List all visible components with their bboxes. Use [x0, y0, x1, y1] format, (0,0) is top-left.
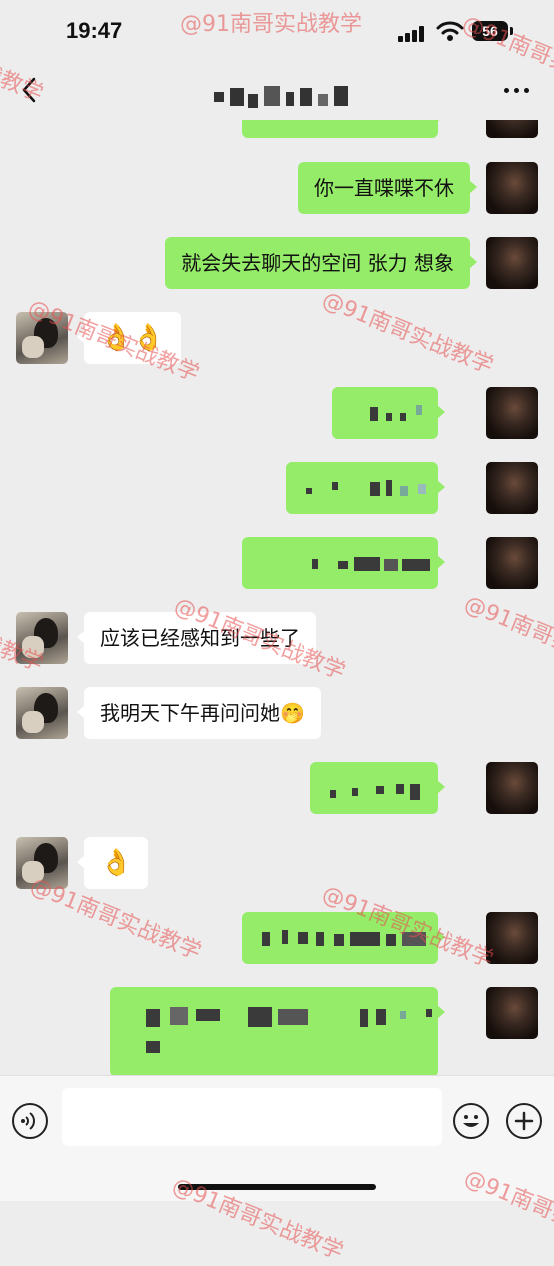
cellular-signal-icon: [398, 26, 426, 42]
my-avatar[interactable]: [486, 387, 538, 439]
my-avatar[interactable]: [486, 912, 538, 964]
my-avatar[interactable]: [486, 762, 538, 814]
message-bubble[interactable]: 👌👌: [77, 312, 181, 364]
home-indicator: [178, 1184, 376, 1190]
input-bar: [0, 1075, 554, 1201]
back-icon[interactable]: [16, 76, 44, 104]
message-list[interactable]: 你一直喋喋不休 就会失去聊天的空间 张力 想象 👌👌 应该已经感知到一些了 我明…: [0, 120, 554, 1075]
my-avatar[interactable]: [486, 162, 538, 214]
more-icon[interactable]: [500, 76, 534, 104]
battery-indicator: 56: [472, 21, 513, 41]
emoji-icon[interactable]: [453, 1103, 489, 1139]
message-bubble[interactable]: 👌: [76, 837, 149, 889]
message-bubble-redacted[interactable]: [242, 120, 445, 138]
contact-avatar[interactable]: [16, 312, 68, 364]
message-bubble[interactable]: 你一直喋喋不休: [298, 162, 477, 214]
message-bubble[interactable]: 应该已经感知到一些了: [77, 612, 316, 664]
message-bubble-redacted[interactable]: [242, 537, 445, 589]
message-bubble-redacted[interactable]: [310, 762, 445, 814]
my-avatar[interactable]: [486, 237, 538, 289]
chat-header: [0, 60, 554, 120]
voice-icon[interactable]: [12, 1103, 48, 1139]
message-bubble[interactable]: 我明天下午再问问她🤭: [77, 687, 321, 739]
contact-avatar[interactable]: [16, 612, 68, 664]
contact-avatar[interactable]: [16, 837, 68, 889]
message-input[interactable]: [62, 1088, 442, 1146]
contact-avatar[interactable]: [16, 687, 68, 739]
message-bubble-redacted[interactable]: [242, 912, 445, 964]
message-bubble-redacted[interactable]: [332, 387, 445, 439]
my-avatar[interactable]: [486, 987, 538, 1039]
my-avatar[interactable]: [486, 537, 538, 589]
message-bubble[interactable]: 就会失去聊天的空间 张力 想象: [165, 237, 477, 289]
status-bar: 19:47 56: [0, 0, 554, 60]
my-avatar[interactable]: [486, 462, 538, 514]
plus-icon[interactable]: [506, 1103, 542, 1139]
status-time: 19:47: [66, 18, 123, 43]
message-bubble-redacted[interactable]: [286, 462, 445, 514]
contact-name-pixelated: [214, 86, 354, 108]
wifi-icon: [436, 21, 464, 41]
message-bubble-redacted[interactable]: [110, 987, 445, 1075]
my-avatar[interactable]: [486, 120, 538, 138]
